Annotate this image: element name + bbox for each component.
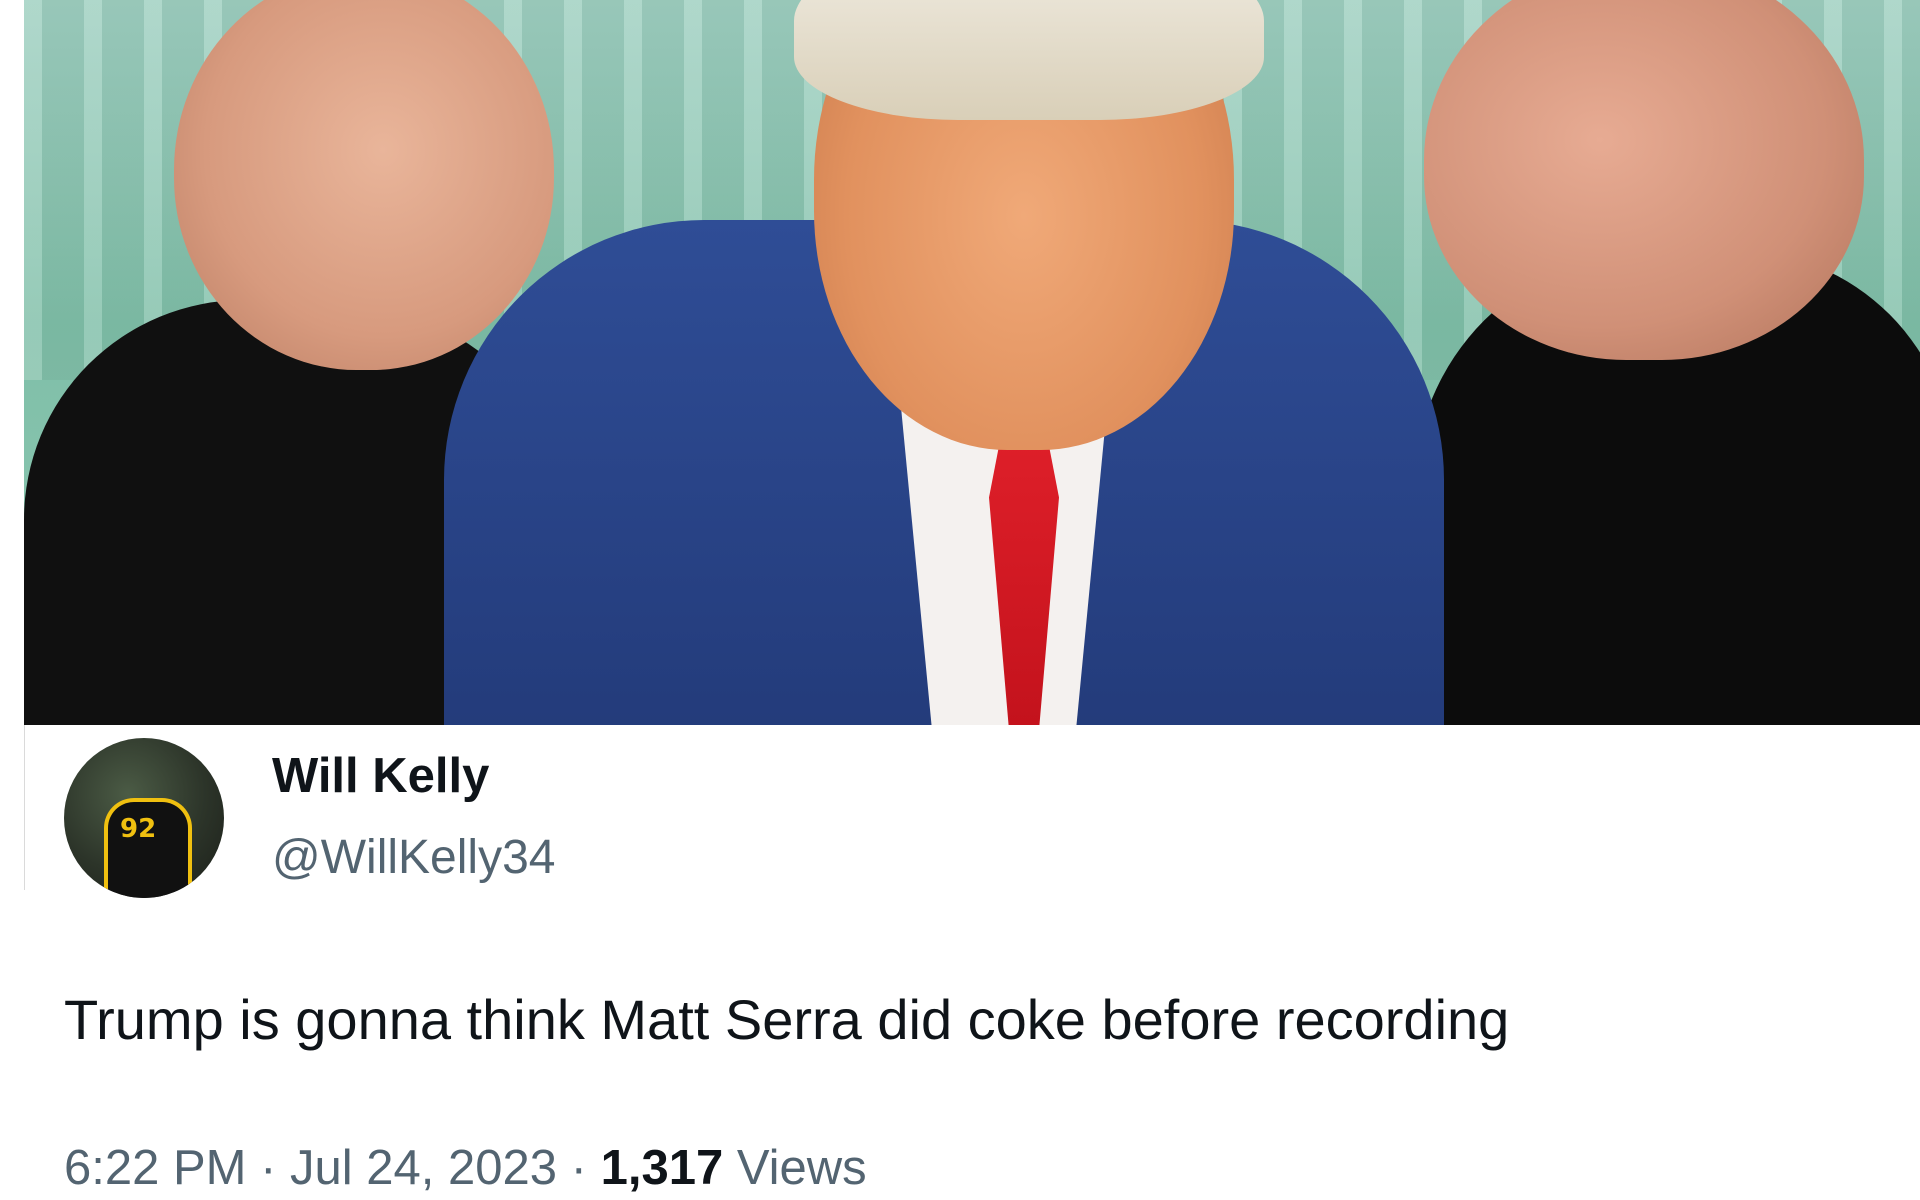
author-avatar[interactable]: 92 <box>64 738 224 898</box>
tweet-date-link[interactable]: Jul 24, 2023 <box>290 1141 557 1195</box>
photo-person-center-hair <box>794 0 1264 120</box>
views-label: Views <box>736 1141 867 1195</box>
views-count: 1,317 <box>600 1141 724 1195</box>
author-display-name[interactable]: Will Kelly <box>272 746 489 806</box>
meta-separator: · <box>246 1141 291 1195</box>
meta-separator: · <box>557 1141 601 1195</box>
tweet-media-photo[interactable] <box>24 0 1920 725</box>
divider <box>24 725 25 890</box>
photo-person-left-head <box>174 0 554 370</box>
views-label-spacer <box>723 1141 737 1195</box>
tweet-meta: 6:22 PM · Jul 24, 2023 · 1,317 Views <box>64 1138 867 1198</box>
tweet-screenshot: 92 Will Kelly @WillKelly34 Trump is gonn… <box>0 0 1920 1200</box>
avatar-jersey <box>104 798 192 898</box>
tweet-time-link[interactable]: 6:22 PM <box>64 1141 246 1195</box>
author-handle[interactable]: @WillKelly34 <box>272 828 555 888</box>
avatar-jersey-number: 92 <box>120 814 157 844</box>
photo-person-right-head <box>1424 0 1864 360</box>
tweet-text: Trump is gonna think Matt Serra did coke… <box>64 988 1510 1051</box>
